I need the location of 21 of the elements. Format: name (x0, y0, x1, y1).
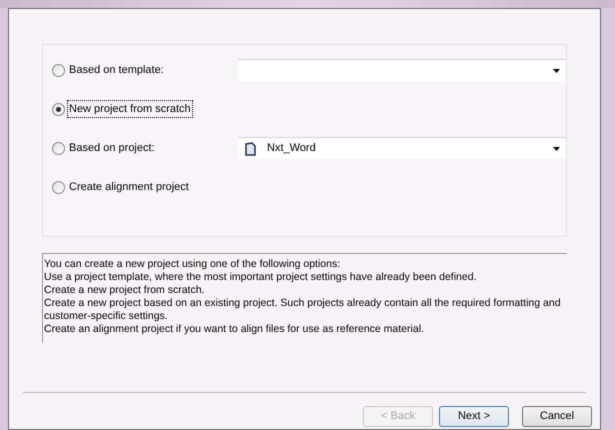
document-icon (244, 142, 257, 156)
option-label: New project from scratch (68, 100, 192, 118)
description-text: Create a new project based on an existing project. Such projects already contain all the required formatting and customer-specific settings. (44, 297, 562, 323)
dialog-button[interactable]: Cancel (522, 406, 592, 427)
dialog-button[interactable]: Next > (439, 406, 509, 427)
option-label: Based on project: (68, 140, 156, 156)
description-text: Create a new project from scratch. (44, 284, 206, 297)
description-text: Use a project template, where the most important project settings have already been defined. (44, 271, 478, 284)
description-text: You can create a new project using one of the following options: (44, 258, 342, 271)
radio-button[interactable] (52, 142, 65, 154)
dropdown-arrow-icon (553, 146, 560, 150)
description-text: Create an alignment project if you want to align files for use as reference material. (44, 323, 425, 336)
dropdown-value: Nxt_Word (267, 141, 316, 156)
option-label: Based on template: (68, 62, 165, 78)
option-label: Create alignment project (68, 180, 190, 195)
dropdown-arrow-icon (553, 68, 560, 72)
dropdown-field[interactable] (238, 59, 566, 81)
radio-button[interactable] (52, 180, 65, 194)
radio-button[interactable] (52, 102, 65, 116)
radio-button[interactable] (52, 64, 65, 76)
dropdown-field[interactable]: Nxt_Word (238, 137, 566, 159)
